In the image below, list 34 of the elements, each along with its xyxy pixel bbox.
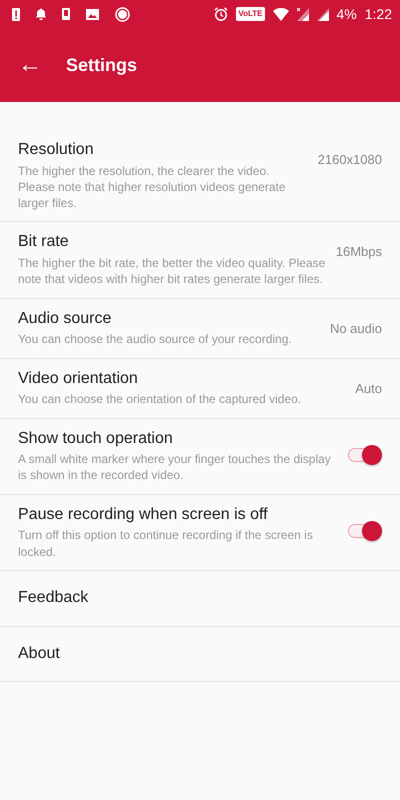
setting-description: The higher the bit rate, the better the video quality. Please note that videos with higher bit rates generate larger files.: [18, 255, 326, 288]
phone-icon: [62, 8, 70, 20]
setting-title: Show touch operation: [18, 428, 174, 448]
setting-description: You can choose the orientation of the captured video.: [18, 391, 302, 408]
toggle-switch[interactable]: [348, 442, 382, 466]
setting-title: Feedback: [18, 588, 90, 608]
setting-value[interactable]: No audio: [330, 318, 382, 338]
clock-time: 1:22: [364, 4, 392, 24]
setting-description: Turn off this option to continue recording if the screen is locked.: [18, 527, 314, 560]
setting-title: About: [18, 644, 61, 664]
setting-title: Video orientation: [18, 368, 139, 389]
setting-title: Pause recording when screen is off: [18, 504, 269, 525]
setting-description: You can choose the audio source of your recording.: [18, 331, 293, 348]
screen-title: Settings: [66, 54, 138, 77]
volte-badge: VoLTE: [236, 7, 265, 21]
battery-alert-icon: [12, 7, 20, 21]
setting-value[interactable]: 16Mbps: [336, 242, 382, 262]
toggle-switch[interactable]: [348, 518, 382, 543]
setting-value[interactable]: Auto: [355, 378, 382, 398]
bell-icon: [36, 8, 46, 20]
battery-percent: 4%: [336, 4, 357, 24]
setting-title: Bit rate: [18, 232, 70, 252]
wifi-icon: [272, 8, 289, 20]
setting-title: Resolution: [18, 140, 95, 160]
image-icon: [86, 8, 99, 20]
setting-description: A small white marker where your finger touches the display is shown in the recorded video.: [18, 451, 332, 484]
setting-description: The higher the resolution, the clearer the video. Please note that higher resolution videos generate larger files.: [18, 162, 287, 212]
setting-title: Audio source: [18, 308, 112, 329]
setting-value[interactable]: 2160x1080: [318, 150, 382, 170]
signal-icon: [316, 8, 329, 20]
back-button[interactable]: ←: [18, 53, 42, 77]
alarm-icon: [214, 7, 228, 21]
signal-icon: [296, 8, 309, 20]
record-icon: [115, 6, 130, 22]
